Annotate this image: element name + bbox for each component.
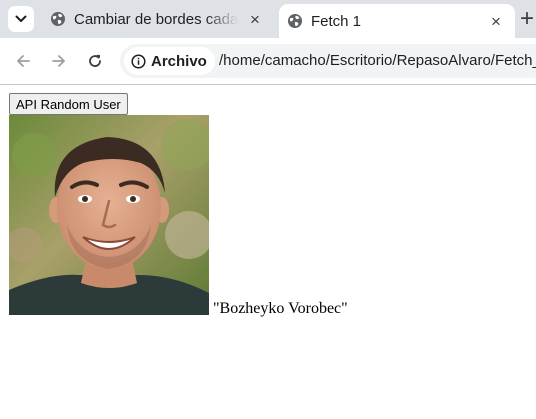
tab-search-button[interactable] — [8, 6, 34, 32]
url-text[interactable]: /home/camacho/Escritorio/RepasoAlvaro/Fe… — [219, 52, 536, 69]
reload-button[interactable] — [84, 50, 106, 72]
tab-title: Fetch 1 — [311, 12, 362, 30]
site-info-chip[interactable]: Archivo — [124, 47, 215, 75]
info-icon — [131, 53, 146, 69]
user-photo — [9, 115, 209, 315]
arrow-right-icon — [52, 55, 65, 67]
reload-icon — [89, 54, 101, 67]
close-icon[interactable]: × — [246, 10, 264, 28]
globe-icon — [287, 13, 303, 29]
site-info-label: Archivo — [151, 52, 207, 70]
browser-toolbar: Archivo /home/camacho/Escritorio/RepasoA… — [0, 38, 536, 85]
user-name: "Bozheyko Vorobec" — [213, 300, 348, 317]
chevron-down-icon — [15, 15, 27, 22]
api-random-user-button[interactable]: API Random User — [9, 93, 128, 115]
address-bar[interactable]: Archivo /home/camacho/Escritorio/RepasoA… — [120, 44, 536, 78]
close-icon[interactable]: × — [487, 12, 505, 30]
back-button[interactable] — [12, 50, 34, 72]
new-tab-button[interactable]: + — [520, 7, 534, 31]
page-content: API Random User "Bozheyko Vorobec" — [0, 86, 536, 419]
tab-title: Cambiar de bordes cada — [74, 10, 238, 28]
arrow-left-icon — [17, 55, 30, 67]
globe-icon — [50, 11, 66, 27]
tab-strip: Cambiar de bordes cada × Fetch 1 × + — [0, 0, 536, 38]
tab-fetch-1[interactable]: Fetch 1 × — [279, 4, 515, 38]
tab-cambiar-de-bordes[interactable]: Cambiar de bordes cada × — [42, 0, 274, 38]
forward-button[interactable] — [48, 50, 70, 72]
